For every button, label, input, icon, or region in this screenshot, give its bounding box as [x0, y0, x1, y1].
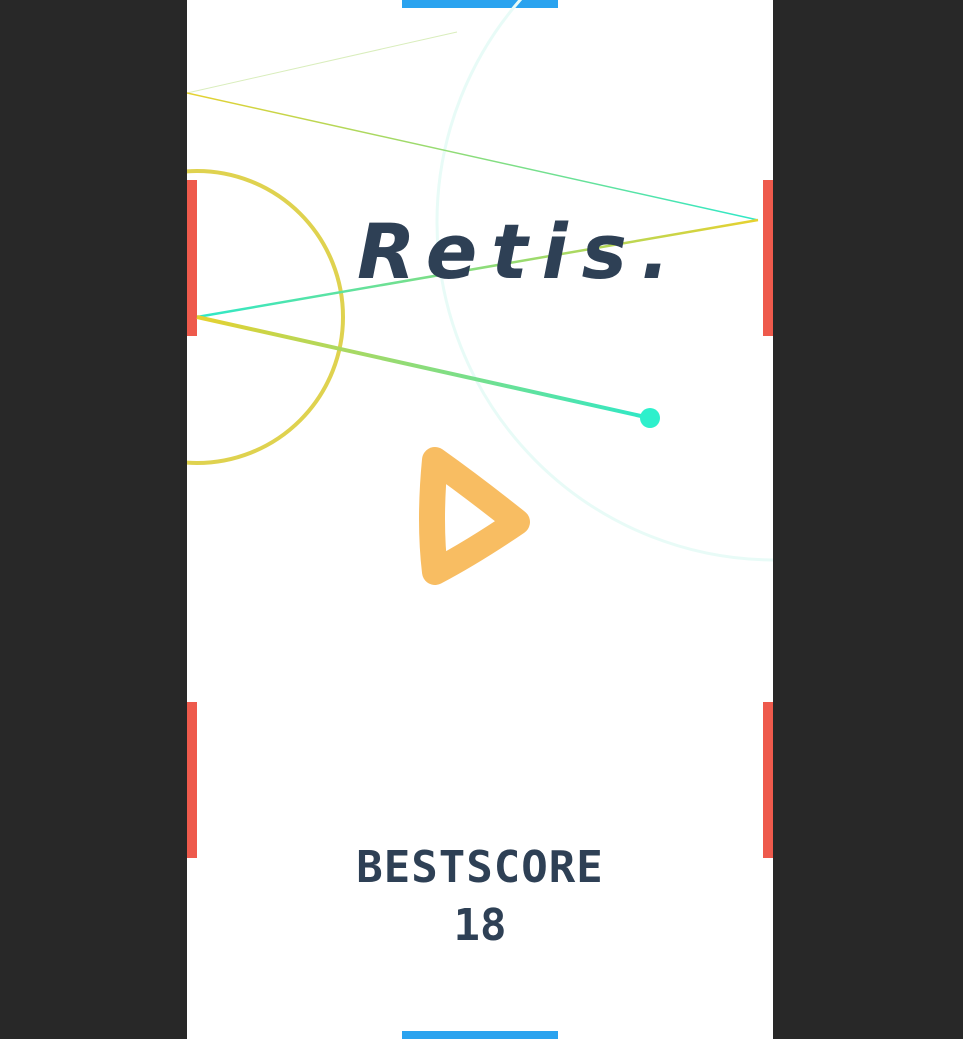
play-button[interactable]: [413, 442, 545, 592]
best-score-panel: BESTSCORE 18: [187, 840, 773, 956]
bounce-ripple-ring: [187, 169, 345, 465]
best-score-value: 18: [453, 900, 507, 951]
game-screen: Retis. BESTSCORE 18: [0, 0, 963, 1039]
game-board: Retis. BESTSCORE 18: [187, 0, 773, 1039]
best-score-label: BESTSCORE: [356, 842, 604, 893]
trail-segment-4: [196, 315, 651, 420]
ball-icon: [640, 408, 660, 428]
trail-segment-2: [187, 92, 759, 221]
play-triangle-icon: [419, 447, 530, 585]
game-title: Retis.: [357, 207, 684, 296]
trail-segment-1: [187, 31, 458, 94]
